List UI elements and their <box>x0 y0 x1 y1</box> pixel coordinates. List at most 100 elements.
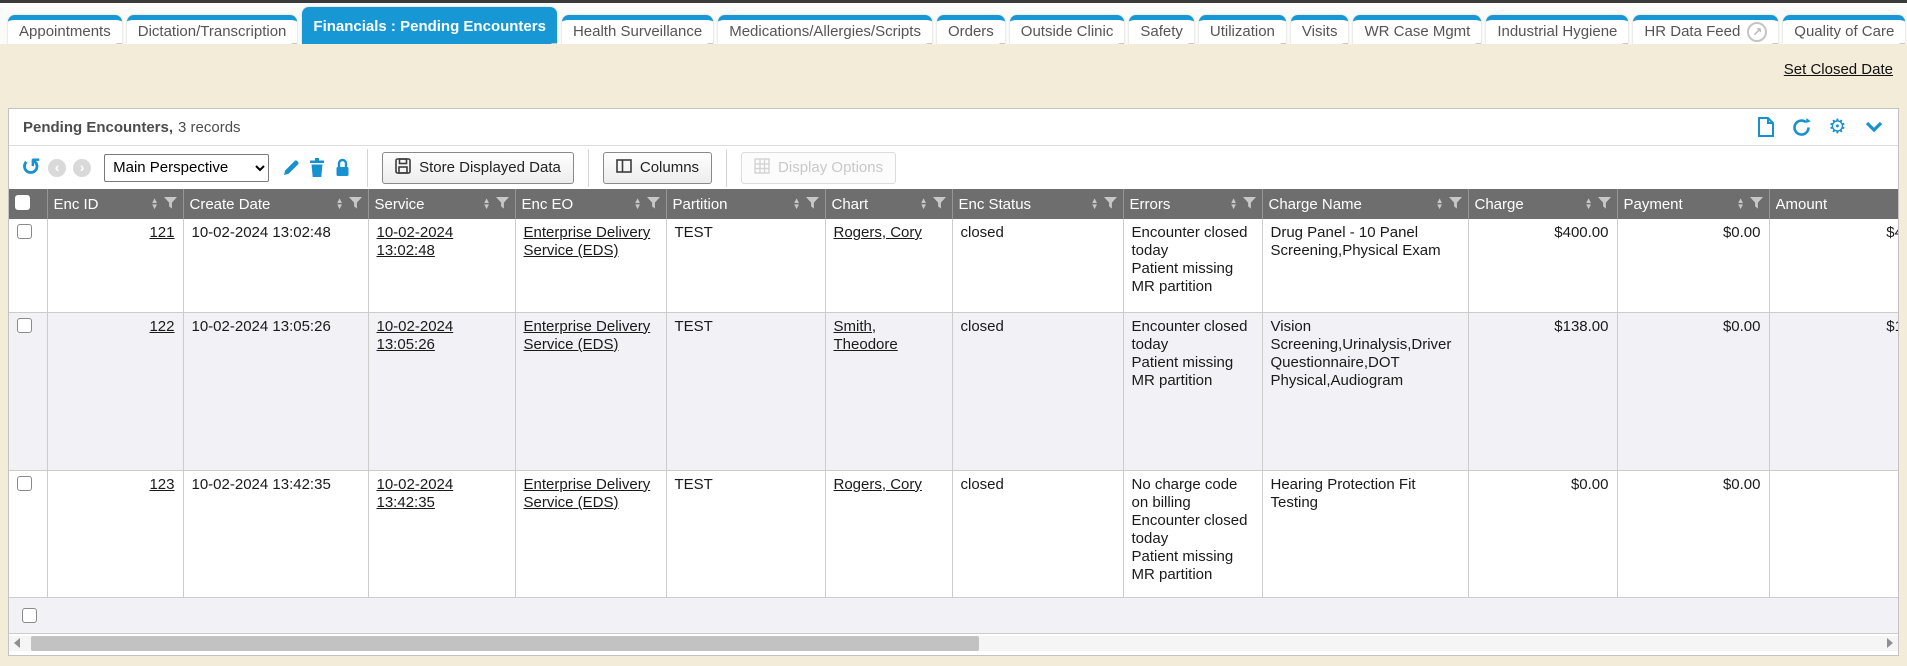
sort-icon[interactable]: ▲▼ <box>1737 198 1745 210</box>
tab-financials-pending-encounters[interactable]: Financials : Pending Encounters <box>302 7 557 44</box>
columns-button[interactable]: Columns <box>603 152 712 184</box>
sort-icon[interactable]: ▲▼ <box>483 198 491 210</box>
enc-eo-link[interactable]: Enterprise Delivery Service (EDS) <box>524 318 651 353</box>
tab-utilization[interactable]: Utilization <box>1199 15 1286 44</box>
scrollbar-thumb[interactable] <box>31 636 979 651</box>
columns-icon <box>616 158 632 178</box>
sort-icon[interactable]: ▲▼ <box>920 198 928 210</box>
filter-funnel-icon[interactable] <box>1750 196 1763 213</box>
filter-funnel-icon[interactable] <box>349 196 362 213</box>
enc-status-cell: closed <box>952 470 1123 597</box>
enc-id-link[interactable]: 121 <box>149 224 174 241</box>
charge-name-cell: Vision Screening,Urinalysis,Driver Quest… <box>1262 312 1468 470</box>
column-header-enc-eo[interactable]: Enc EO ▲▼ <box>515 189 666 219</box>
row-checkbox[interactable] <box>17 476 32 491</box>
sort-icon[interactable]: ▲▼ <box>1585 198 1593 210</box>
partition-cell: TEST <box>666 219 825 312</box>
chart-link[interactable]: Smith, Theodore <box>834 318 898 353</box>
refresh-icon[interactable] <box>1791 117 1812 138</box>
column-label: Enc Status <box>959 196 1086 213</box>
sort-icon[interactable]: ▲▼ <box>634 198 642 210</box>
filter-funnel-icon[interactable] <box>1598 196 1611 213</box>
collapse-chevron-icon[interactable] <box>1863 117 1884 138</box>
service-link[interactable]: 10-02-2024 13:05:26 <box>377 318 454 353</box>
tab-industrial-hygiene[interactable]: Industrial Hygiene <box>1486 15 1628 44</box>
tab-label: Industrial Hygiene <box>1497 18 1617 44</box>
column-label: Partition <box>673 196 788 213</box>
set-closed-date-link[interactable]: Set Closed Date <box>1784 61 1893 78</box>
column-header-create-date[interactable]: Create Date ▲▼ <box>183 189 368 219</box>
column-header-errors[interactable]: Errors ▲▼ <box>1123 189 1262 219</box>
new-document-icon[interactable] <box>1755 117 1776 138</box>
store-displayed-data-button[interactable]: Store Displayed Data <box>382 152 574 184</box>
enc-eo-cell: Enterprise Delivery Service (EDS) <box>515 312 666 470</box>
column-label: Charge Name <box>1269 196 1431 213</box>
history-forward-button[interactable]: › <box>73 159 91 177</box>
tab-quality-of-care[interactable]: Quality of Care <box>1783 15 1905 44</box>
enc-eo-link[interactable]: Enterprise Delivery Service (EDS) <box>524 476 651 511</box>
row-checkbox[interactable] <box>17 318 32 333</box>
delete-trash-icon[interactable] <box>308 158 327 177</box>
select-all-header[interactable] <box>9 189 47 219</box>
column-label: Payment <box>1624 196 1732 213</box>
column-header-payment[interactable]: Payment ▲▼ <box>1617 189 1769 219</box>
chart-link[interactable]: Rogers, Cory <box>834 224 922 241</box>
history-back-button[interactable]: ‹ <box>48 159 66 177</box>
filter-funnel-icon[interactable] <box>806 196 819 213</box>
sort-icon[interactable]: ▲▼ <box>151 198 159 210</box>
sort-icon[interactable]: ▲▼ <box>1436 198 1444 210</box>
sort-icon[interactable]: ▲▼ <box>793 198 801 210</box>
tab-label: Dictation/Transcription <box>138 18 287 44</box>
row-checkbox[interactable] <box>17 224 32 239</box>
scroll-right-arrow[interactable] <box>1887 638 1893 648</box>
column-header-service[interactable]: Service ▲▼ <box>368 189 515 219</box>
sort-icon[interactable]: ▲▼ <box>1230 198 1238 210</box>
chart-link[interactable]: Rogers, Cory <box>834 476 922 493</box>
column-header-chart[interactable]: Chart ▲▼ <box>825 189 952 219</box>
filter-funnel-icon[interactable] <box>647 196 660 213</box>
chart-cell: Smith, Theodore <box>825 312 952 470</box>
column-header-partition[interactable]: Partition ▲▼ <box>666 189 825 219</box>
columns-label: Columns <box>640 159 699 176</box>
edit-pencil-icon[interactable] <box>282 158 301 177</box>
row-select-cell <box>9 470 47 597</box>
column-header-enc-id[interactable]: Enc ID ▲▼ <box>47 189 183 219</box>
scroll-left-arrow[interactable] <box>14 638 20 648</box>
tab-appointments[interactable]: Appointments <box>8 15 122 44</box>
display-options-button: Display Options <box>741 152 896 184</box>
tab-medications-allergies-scripts[interactable]: Medications/Allergies/Scripts <box>718 15 932 44</box>
select-all-checkbox[interactable] <box>15 195 30 210</box>
tab-wr-case-mgmt[interactable]: WR Case Mgmt <box>1353 15 1481 44</box>
filter-funnel-icon[interactable] <box>933 196 946 213</box>
footer-checkbox[interactable] <box>22 608 37 623</box>
enc-id-link[interactable]: 123 <box>149 476 174 493</box>
undo-icon[interactable]: ↺ <box>21 156 41 180</box>
horizontal-scrollbar[interactable] <box>9 636 1898 651</box>
tab-outside-clinic[interactable]: Outside Clinic <box>1010 15 1125 44</box>
filter-funnel-icon[interactable] <box>1104 196 1117 213</box>
lock-icon[interactable] <box>334 158 353 177</box>
service-link[interactable]: 10-02-2024 13:02:48 <box>377 224 454 259</box>
tab-hr-data-feed[interactable]: HR Data Feed ↗ <box>1633 15 1778 44</box>
column-header-enc-status[interactable]: Enc Status ▲▼ <box>952 189 1123 219</box>
filter-funnel-icon[interactable] <box>1243 196 1256 213</box>
tab-label: Medications/Allergies/Scripts <box>729 18 921 44</box>
enc-eo-link[interactable]: Enterprise Delivery Service (EDS) <box>524 224 651 259</box>
filter-funnel-icon[interactable] <box>164 196 177 213</box>
tab-dictation-transcription[interactable]: Dictation/Transcription <box>127 15 298 44</box>
filter-funnel-icon[interactable] <box>1449 196 1462 213</box>
service-link[interactable]: 10-02-2024 13:42:35 <box>377 476 454 511</box>
sort-icon[interactable]: ▲▼ <box>336 198 344 210</box>
tab-orders[interactable]: Orders <box>937 15 1005 44</box>
enc-id-link[interactable]: 122 <box>149 318 174 335</box>
filter-funnel-icon[interactable] <box>496 196 509 213</box>
perspective-select[interactable]: Main Perspective <box>104 154 269 182</box>
tab-health-surveillance[interactable]: Health Surveillance <box>562 15 713 44</box>
sort-icon[interactable]: ▲▼ <box>1091 198 1099 210</box>
column-header-charge[interactable]: Charge ▲▼ <box>1468 189 1617 219</box>
column-header-amount[interactable]: Amount ▲▼ <box>1769 189 1898 219</box>
tab-visits[interactable]: Visits <box>1291 15 1349 44</box>
settings-gear-icon[interactable]: ⚙ <box>1827 117 1848 138</box>
column-header-charge-name[interactable]: Charge Name ▲▼ <box>1262 189 1468 219</box>
tab-safety[interactable]: Safety <box>1129 15 1194 44</box>
